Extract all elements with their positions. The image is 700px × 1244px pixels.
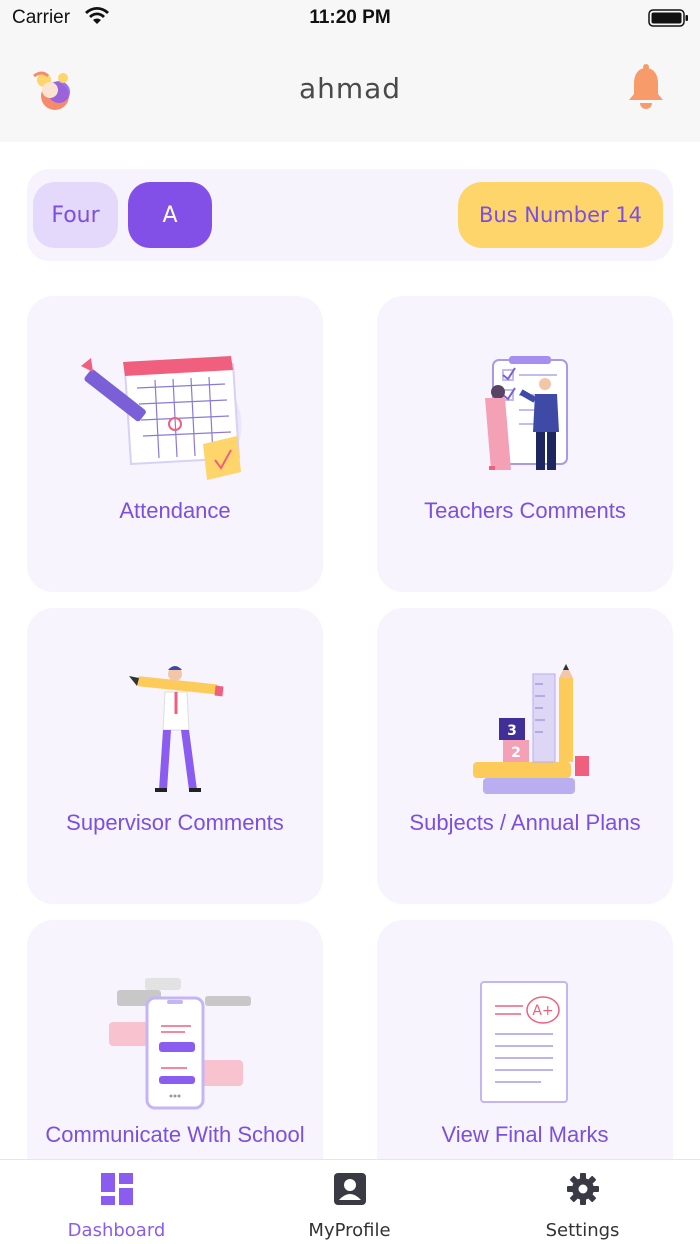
- marks-sheet-illustration: A+: [480, 981, 568, 1103]
- teachers-comments-label: Teachers Comments: [424, 498, 626, 523]
- teachers-comments-card[interactable]: Teachers Comments: [377, 296, 673, 592]
- bottom-tab-bar: Dashboard MyProfile Settings: [0, 1159, 700, 1244]
- supervisor-comments-card[interactable]: Supervisor Comments: [27, 608, 323, 904]
- tab-settings-label: Settings: [545, 1220, 620, 1241]
- chat-phone-illustration: [109, 978, 251, 1110]
- tab-dashboard-label: Dashboard: [67, 1220, 166, 1241]
- clock: 11:20 PM: [309, 7, 391, 28]
- status-bar: Carrier 11:20 PM: [0, 0, 700, 38]
- bell-icon[interactable]: [626, 64, 666, 110]
- app-header: ahmad: [0, 38, 700, 142]
- supervisor-comments-label: Supervisor Comments: [66, 810, 284, 835]
- grade-badge[interactable]: Four: [33, 182, 118, 248]
- communicate-with-school-label: Communicate With School: [45, 1122, 305, 1147]
- tab-myprofile[interactable]: MyProfile: [233, 1160, 466, 1244]
- section-badge[interactable]: A: [128, 182, 212, 248]
- attendance-label: Attendance: [119, 498, 231, 523]
- pencil-man-illustration: [129, 666, 224, 792]
- svg-text:2: 2: [511, 745, 521, 761]
- subjects-annual-plans-card[interactable]: 3 2 Subjects / Annual Plans: [377, 608, 673, 904]
- class-info-bar: Four A Bus Number 14: [27, 169, 673, 261]
- tab-myprofile-label: MyProfile: [308, 1220, 391, 1241]
- view-final-marks-label: View Final Marks: [441, 1122, 609, 1147]
- profile-icon: [334, 1173, 366, 1205]
- attendance-card[interactable]: Attendance: [27, 296, 323, 592]
- battery-icon: [648, 9, 688, 27]
- gear-icon: [567, 1173, 599, 1205]
- checklist-illustration: [485, 356, 568, 470]
- books-illustration: 3 2: [473, 664, 589, 794]
- dashboard-icon: [101, 1173, 133, 1205]
- tab-dashboard[interactable]: Dashboard: [0, 1160, 233, 1244]
- page-title: ahmad: [298, 72, 402, 105]
- subjects-annual-plans-label: Subjects / Annual Plans: [409, 810, 641, 835]
- svg-text:3: 3: [507, 723, 517, 739]
- calendar-illustration: [81, 356, 242, 480]
- svg-text:A+: A+: [532, 1003, 553, 1019]
- bus-badge[interactable]: Bus Number 14: [458, 182, 663, 248]
- tab-settings[interactable]: Settings: [466, 1160, 699, 1244]
